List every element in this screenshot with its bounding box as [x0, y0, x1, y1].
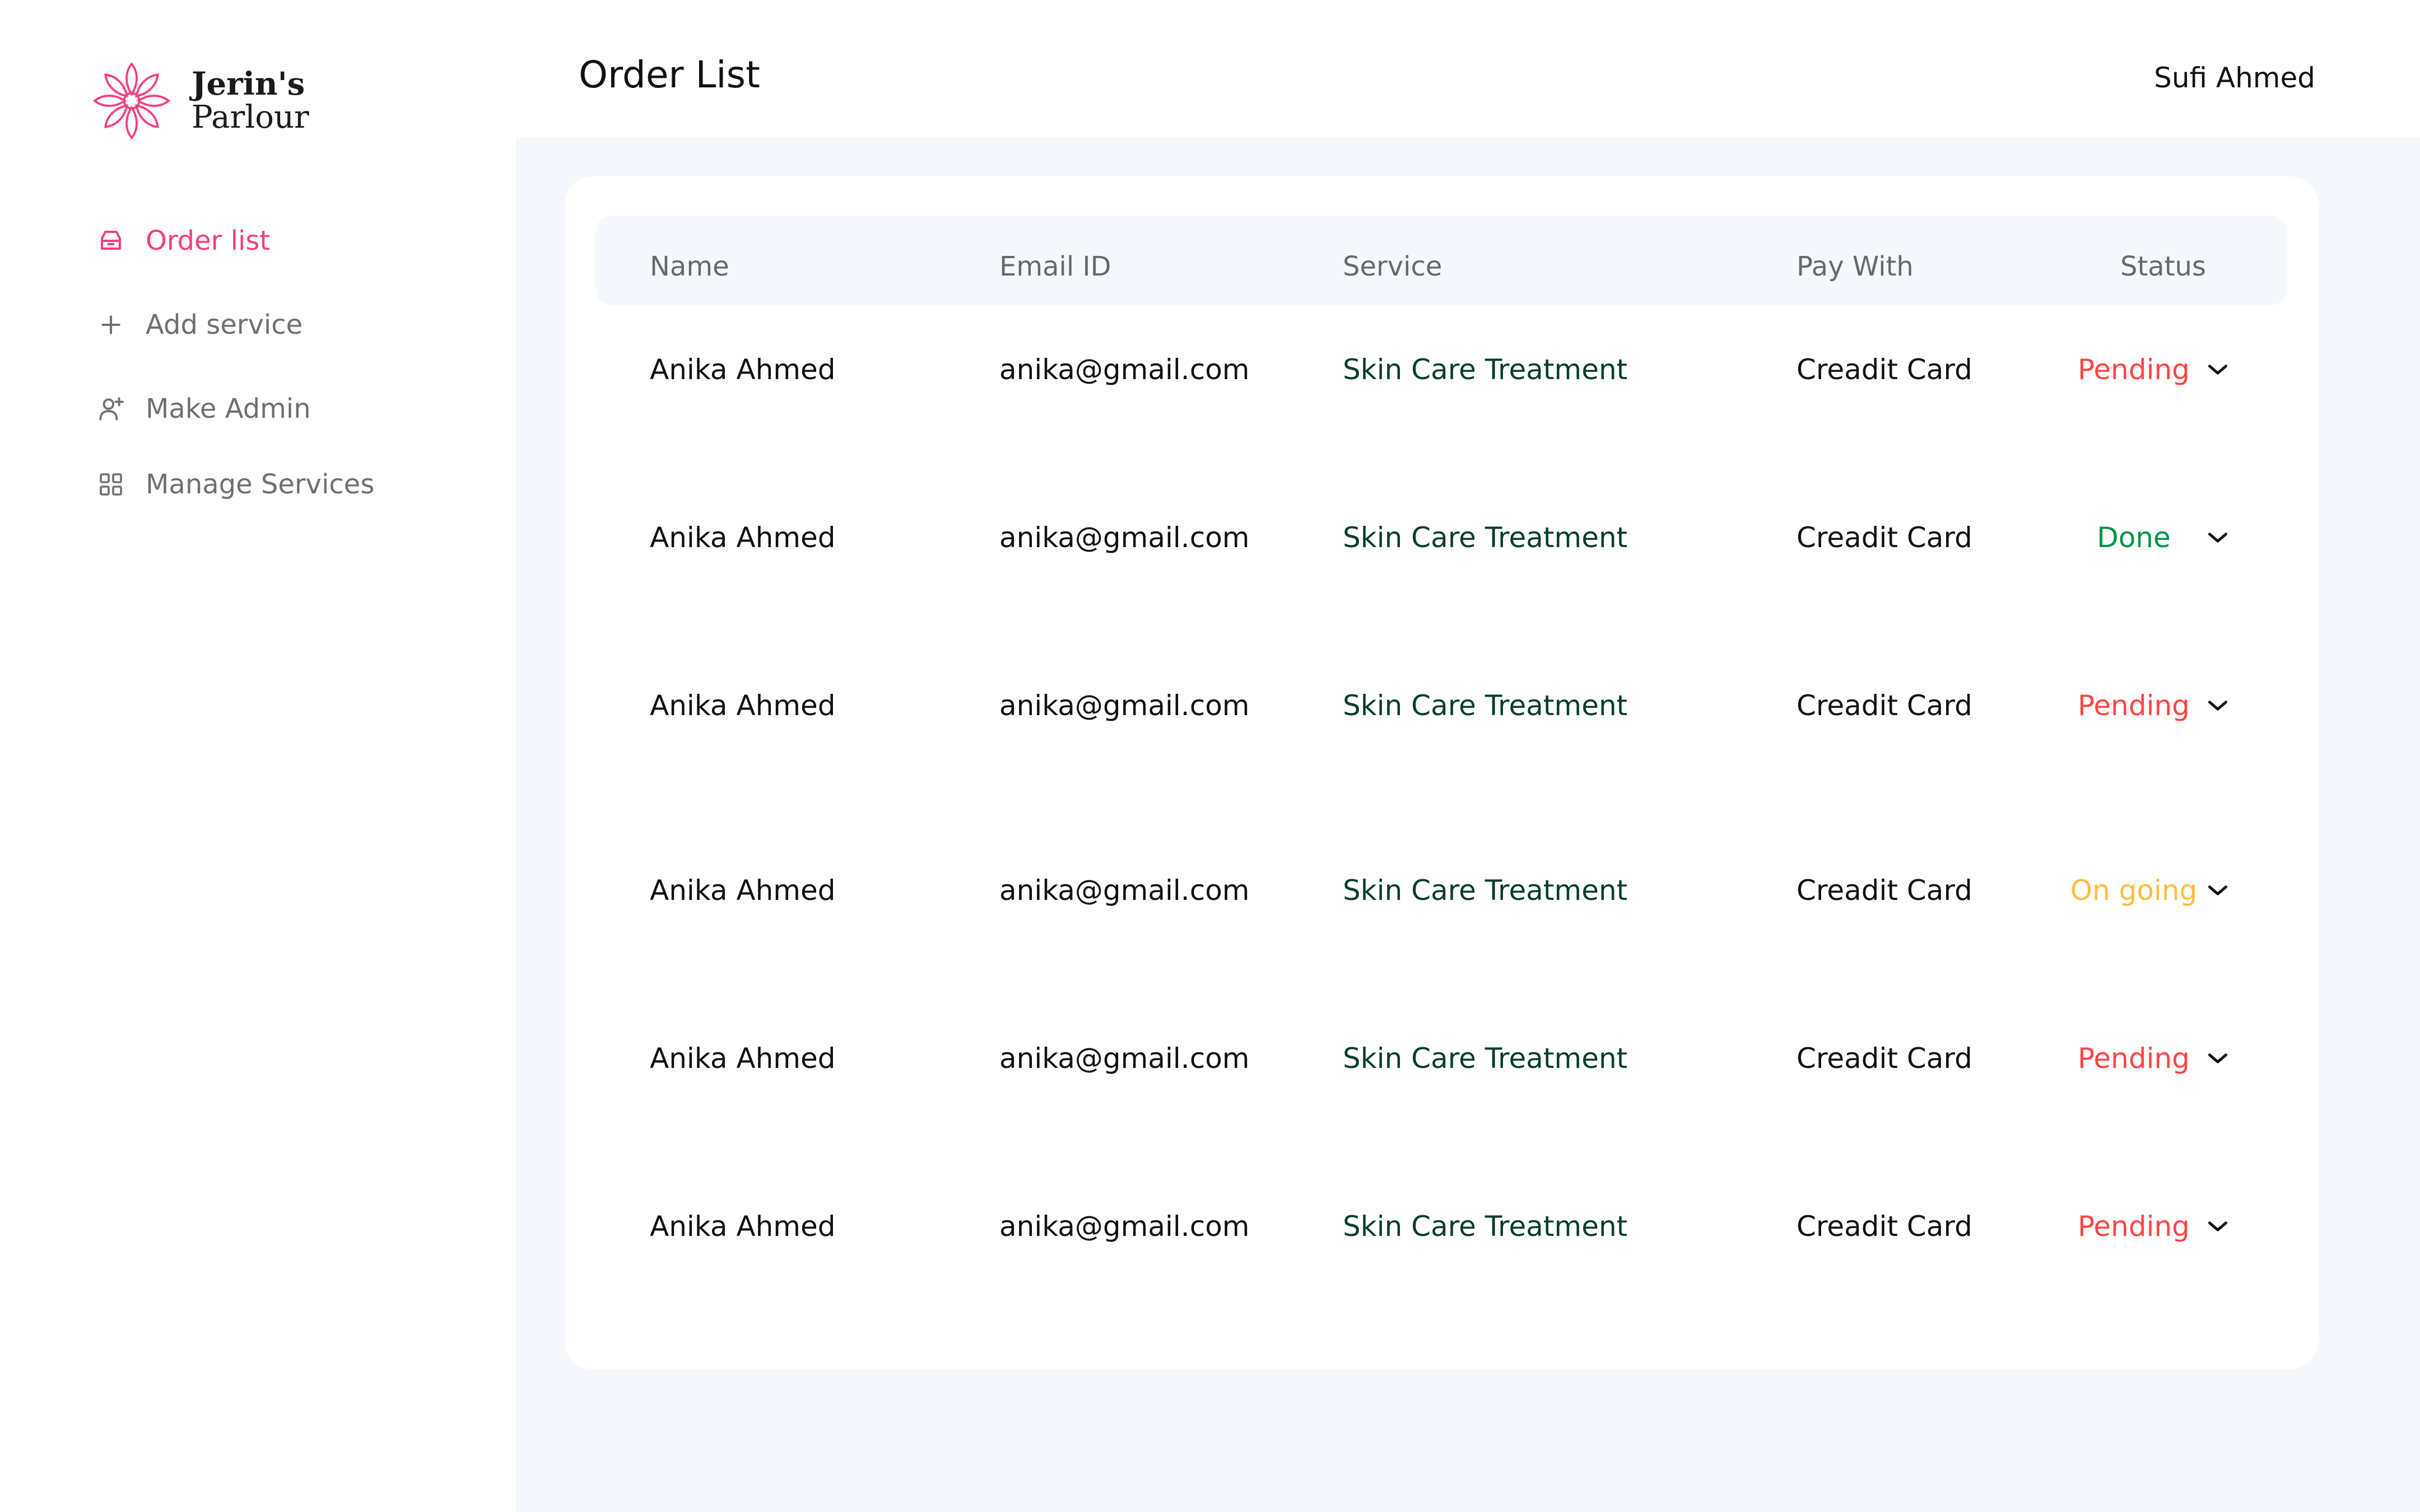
customer-name: Anika Ahmed — [650, 353, 836, 386]
sidebar-nav: Order list Add service Make Admin Manage… — [96, 218, 374, 546]
column-header-pay-with: Pay With — [1797, 251, 1914, 282]
chevron-down-icon[interactable] — [2204, 876, 2232, 904]
customer-email: anika@gmail.com — [999, 1042, 1250, 1075]
chevron-down-icon[interactable] — [2204, 1044, 2232, 1072]
column-header-name: Name — [650, 251, 729, 282]
status-dropdown[interactable]: Pending — [2061, 1193, 2207, 1260]
brand-name: Jerin's Parlour — [192, 67, 309, 134]
payment-method: Creadit Card — [1797, 874, 1972, 907]
service-name: Skin Care Treatment — [1343, 1042, 1628, 1075]
service-name: Skin Care Treatment — [1343, 1210, 1628, 1243]
status-dropdown[interactable]: Pending — [2061, 1025, 2207, 1092]
status-dropdown[interactable]: Done — [2061, 504, 2207, 571]
customer-name: Anika Ahmed — [650, 874, 836, 907]
brand-logo[interactable]: Jerin's Parlour — [90, 59, 309, 143]
column-header-email: Email ID — [999, 251, 1111, 282]
service-name: Skin Care Treatment — [1343, 521, 1628, 554]
payment-method: Creadit Card — [1797, 353, 1972, 386]
sidebar-item-manage-services[interactable]: Manage Services — [96, 462, 374, 507]
order-table-card: Name Email ID Service Pay With Status An… — [565, 176, 2318, 1369]
sidebar: Jerin's Parlour Order list Add service M… — [0, 0, 516, 1512]
customer-email: anika@gmail.com — [999, 521, 1250, 554]
table-row: Anika Ahmed anika@gmail.com Skin Care Trea… — [565, 857, 2318, 924]
sidebar-item-label: Manage Services — [146, 469, 375, 500]
column-header-service: Service — [1343, 251, 1442, 282]
customer-email: anika@gmail.com — [999, 353, 1250, 386]
service-name: Skin Care Treatment — [1343, 353, 1628, 386]
sidebar-item-label: Make Admin — [146, 393, 311, 424]
customer-name: Anika Ahmed — [650, 521, 836, 554]
sidebar-item-label: Add service — [146, 309, 303, 340]
table-row: Anika Ahmed anika@gmail.com Skin Care Trea… — [565, 1193, 2318, 1260]
user-plus-icon — [96, 394, 125, 423]
table-row: Anika Ahmed anika@gmail.com Skin Care Trea… — [565, 504, 2318, 571]
customer-email: anika@gmail.com — [999, 689, 1250, 722]
customer-name: Anika Ahmed — [650, 1210, 836, 1243]
flower-logo-icon — [92, 62, 171, 140]
user-name[interactable]: Sufi Ahmed — [2154, 62, 2315, 94]
status-dropdown[interactable]: Pending — [2061, 672, 2207, 739]
table-header: Name Email ID Service Pay With Status — [595, 216, 2287, 305]
service-name: Skin Care Treatment — [1343, 689, 1628, 722]
service-name: Skin Care Treatment — [1343, 874, 1628, 907]
page-title: Order List — [579, 53, 760, 96]
status-dropdown[interactable]: On going — [2061, 857, 2207, 924]
payment-method: Creadit Card — [1797, 1042, 1972, 1075]
main-content: Name Email ID Service Pay With Status An… — [516, 137, 2420, 1512]
table-row: Anika Ahmed anika@gmail.com Skin Care Trea… — [565, 672, 2318, 739]
column-header-status: Status — [2120, 251, 2206, 282]
sidebar-item-label: Order list — [146, 225, 271, 256]
inbox-icon — [96, 226, 125, 255]
payment-method: Creadit Card — [1797, 1210, 1972, 1243]
brand-line1: Jerin's — [192, 66, 305, 102]
payment-method: Creadit Card — [1797, 689, 1972, 722]
chevron-down-icon[interactable] — [2204, 1212, 2232, 1240]
plus-icon — [96, 310, 125, 339]
sidebar-item-order-list[interactable]: Order list — [96, 218, 374, 263]
chevron-down-icon[interactable] — [2204, 692, 2232, 720]
brand-line2: Parlour — [192, 99, 309, 136]
customer-email: anika@gmail.com — [999, 874, 1250, 907]
grid-icon — [96, 470, 125, 499]
customer-email: anika@gmail.com — [999, 1210, 1250, 1243]
customer-name: Anika Ahmed — [650, 689, 836, 722]
sidebar-item-add-service[interactable]: Add service — [96, 302, 374, 347]
chevron-down-icon[interactable] — [2204, 524, 2232, 552]
chevron-down-icon[interactable] — [2204, 356, 2232, 384]
status-dropdown[interactable]: Pending — [2061, 336, 2207, 403]
sidebar-item-make-admin[interactable]: Make Admin — [96, 386, 374, 431]
table-row: Anika Ahmed anika@gmail.com Skin Care Trea… — [565, 1025, 2318, 1092]
customer-name: Anika Ahmed — [650, 1042, 836, 1075]
payment-method: Creadit Card — [1797, 521, 1972, 554]
table-row: Anika Ahmed anika@gmail.com Skin Care Trea… — [565, 336, 2318, 403]
top-header: Order List Sufi Ahmed — [516, 0, 2420, 137]
